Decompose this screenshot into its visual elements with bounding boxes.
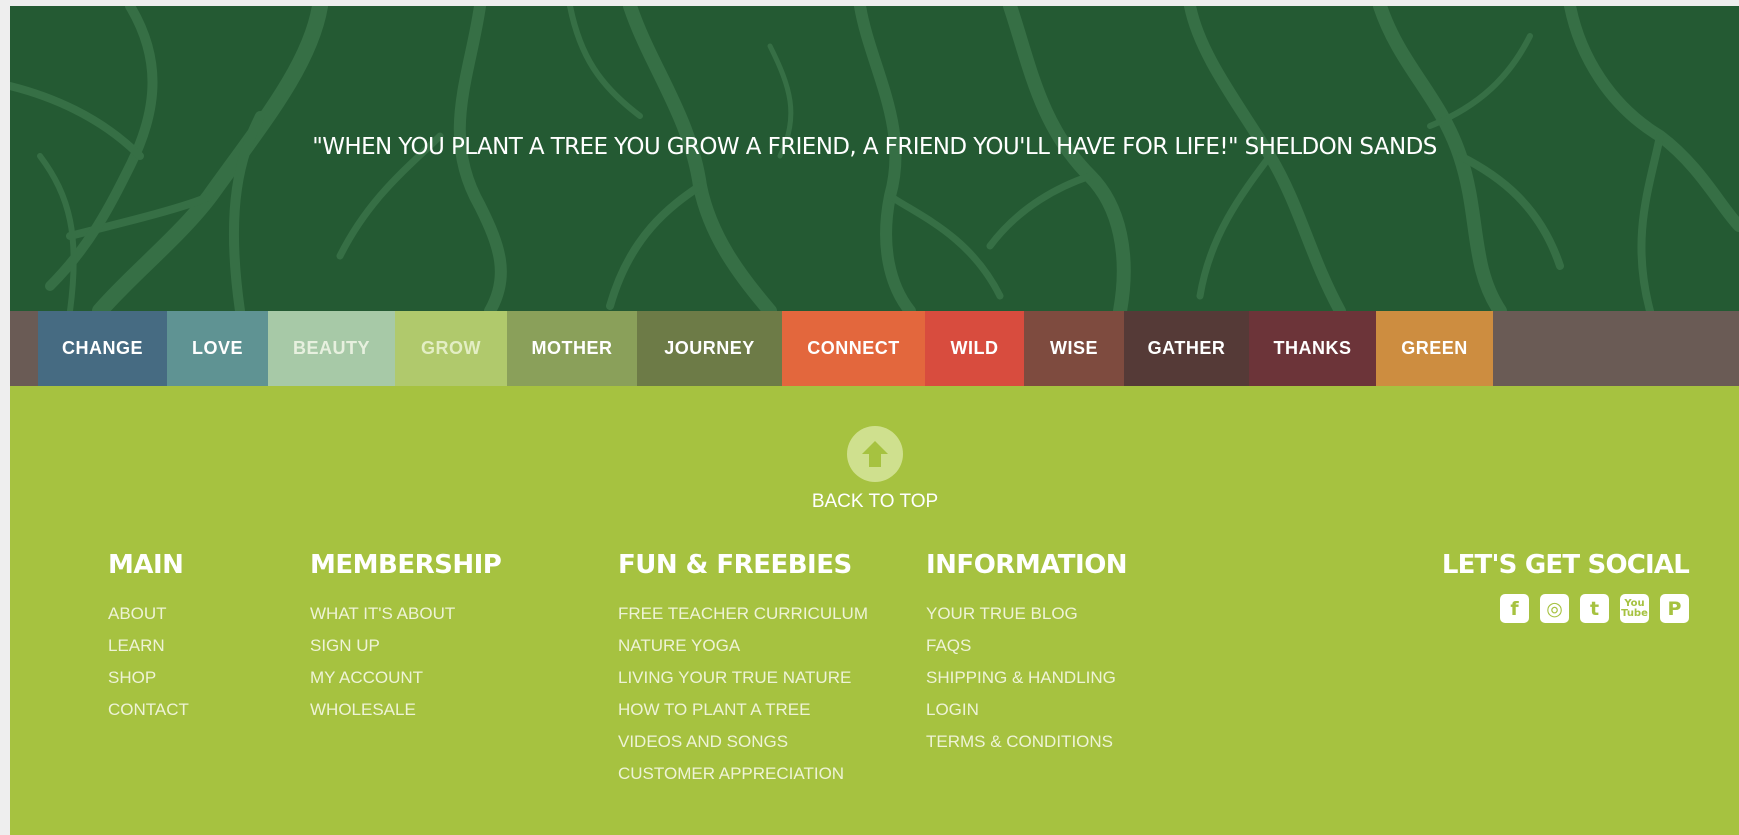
column-heading: MEMBERSHIP	[310, 550, 502, 580]
footer-link-how-to-plant-a-tree[interactable]: HOW TO PLANT A TREE	[618, 694, 868, 726]
column-heading: MAIN	[108, 550, 184, 580]
site-footer: BACK TO TOP MAIN ABOUT LEARN SHOP CONTAC…	[10, 386, 1739, 835]
word-color-bar: CHANGE LOVE BEAUTY GROW MOTHER JOURNEY C…	[10, 311, 1739, 386]
arrow-up-icon[interactable]	[847, 426, 903, 482]
footer-link-login[interactable]: LOGIN	[926, 694, 1127, 726]
footer-column-main: MAIN ABOUT LEARN SHOP CONTACT	[108, 550, 189, 726]
twitter-icon[interactable]: t	[1580, 594, 1609, 623]
footer-link-what-its-about[interactable]: WHAT IT'S ABOUT	[310, 598, 501, 630]
footer-link-free-teacher-curriculum[interactable]: FREE TEACHER CURRICULUM	[618, 598, 868, 630]
word-beauty[interactable]: BEAUTY	[268, 311, 395, 386]
footer-column-fun-freebies: FUN & FREEBIES FREE TEACHER CURRICULUM N…	[618, 550, 868, 790]
word-mother[interactable]: MOTHER	[507, 311, 637, 386]
word-gather-label: GATHER	[1147, 338, 1226, 358]
footer-column-information: INFORMATION YOUR TRUE BLOG FAQS SHIPPING…	[926, 550, 1128, 758]
word-wise-label: WISE	[1049, 338, 1098, 358]
social-heading: LET'S GET SOCIAL	[1441, 550, 1690, 580]
word-love[interactable]: LOVE	[167, 311, 268, 386]
footer-column-membership: MEMBERSHIP WHAT IT'S ABOUT SIGN UP MY AC…	[310, 550, 502, 726]
word-change[interactable]: CHANGE	[38, 311, 167, 386]
word-grow[interactable]: GROW	[395, 311, 507, 386]
footer-link-shop[interactable]: SHOP	[108, 662, 189, 694]
footer-link-contact[interactable]: CONTACT	[108, 694, 189, 726]
word-green[interactable]: GREEN	[1376, 311, 1493, 386]
footer-link-your-true-blog[interactable]: YOUR TRUE BLOG	[926, 598, 1127, 630]
youtube-icon-bottom: Tube	[1621, 607, 1648, 619]
word-connect-label: CONNECT	[807, 338, 900, 358]
word-gather[interactable]: GATHER	[1124, 311, 1249, 386]
footer-link-my-account[interactable]: MY ACCOUNT	[310, 662, 501, 694]
quote-text: "WHEN YOU PLANT A TREE YOU GROW A FRIEND…	[312, 134, 1437, 160]
word-journey-label: JOURNEY	[664, 338, 755, 358]
word-wild-label: WILD	[950, 338, 999, 358]
footer-link-about[interactable]: ABOUT	[108, 598, 189, 630]
word-thanks-label: THANKS	[1273, 338, 1352, 358]
word-green-label: GREEN	[1401, 338, 1468, 358]
word-grow-label: GROW	[421, 338, 481, 358]
word-thanks[interactable]: THANKS	[1249, 311, 1376, 386]
footer-page: "WHEN YOU PLANT A TREE YOU GROW A FRIEND…	[10, 6, 1739, 835]
column-heading: INFORMATION	[926, 550, 1128, 580]
pinterest-icon[interactable]: P	[1660, 594, 1689, 623]
social-section: LET'S GET SOCIAL f ◎ t You Tube P	[1441, 550, 1690, 623]
word-mother-label: MOTHER	[531, 338, 613, 358]
quote-banner: "WHEN YOU PLANT A TREE YOU GROW A FRIEND…	[10, 6, 1739, 311]
footer-link-customer-appreciation[interactable]: CUSTOMER APPRECIATION	[618, 758, 868, 790]
instagram-icon[interactable]: ◎	[1540, 594, 1569, 623]
footer-link-faqs[interactable]: FAQS	[926, 630, 1127, 662]
word-beauty-label: BEAUTY	[292, 338, 370, 358]
column-heading: FUN & FREEBIES	[618, 550, 852, 580]
word-love-label: LOVE	[191, 338, 243, 358]
footer-link-sign-up[interactable]: SIGN UP	[310, 630, 501, 662]
footer-link-terms-conditions[interactable]: TERMS & CONDITIONS	[926, 726, 1127, 758]
footer-link-wholesale[interactable]: WHOLESALE	[310, 694, 501, 726]
word-connect[interactable]: CONNECT	[782, 311, 925, 386]
footer-link-videos-and-songs[interactable]: VIDEOS AND SONGS	[618, 726, 868, 758]
footer-link-learn[interactable]: LEARN	[108, 630, 189, 662]
word-wise[interactable]: WISE	[1024, 311, 1124, 386]
word-journey[interactable]: JOURNEY	[637, 311, 782, 386]
footer-link-nature-yoga[interactable]: NATURE YOGA	[618, 630, 868, 662]
footer-link-shipping-handling[interactable]: SHIPPING & HANDLING	[926, 662, 1127, 694]
back-to-top-label[interactable]: BACK TO TOP	[790, 491, 960, 513]
footer-link-living-your-true-nature[interactable]: LIVING YOUR TRUE NATURE	[618, 662, 868, 694]
word-change-label: CHANGE	[61, 338, 143, 358]
youtube-icon-top: You	[1624, 597, 1645, 609]
youtube-icon[interactable]: You Tube	[1620, 594, 1649, 623]
back-to-top-button[interactable]: BACK TO TOP	[790, 426, 960, 513]
facebook-icon[interactable]: f	[1500, 594, 1529, 623]
word-wild[interactable]: WILD	[925, 311, 1024, 386]
